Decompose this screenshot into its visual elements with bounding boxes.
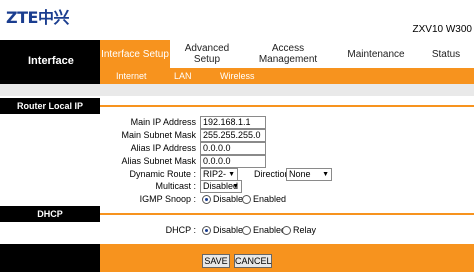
- tab-maintenance[interactable]: Maintenance: [336, 40, 416, 68]
- main-ip-label: Main IP Address: [130, 117, 196, 127]
- dynamic-route-label: Dynamic Route :: [129, 169, 196, 179]
- tab-status[interactable]: Status: [418, 40, 474, 68]
- save-button[interactable]: SAVE: [202, 254, 230, 268]
- sidebar-title: Interface: [28, 55, 74, 67]
- main-mask-label: Main Subnet Mask: [121, 130, 196, 140]
- radio-icon[interactable]: [242, 195, 251, 205]
- zte-logo: ZTE中兴: [6, 8, 69, 27]
- alias-mask-label: Alias Subnet Mask: [121, 156, 196, 166]
- tab-advanced-setup[interactable]: Advanced Setup: [172, 40, 242, 68]
- dhcp-enabled-option[interactable]: Enabled: [242, 225, 286, 236]
- sub-nav: Internet LAN Wireless: [100, 68, 474, 84]
- separator: [0, 84, 474, 96]
- dhcp-relay-option[interactable]: Relay: [282, 225, 316, 236]
- tab-access-management[interactable]: Access Management: [248, 40, 328, 68]
- chevron-down-icon: ▼: [322, 171, 329, 178]
- bottom-left-block: [0, 244, 100, 272]
- igmp-label: IGMP Snoop :: [139, 194, 196, 204]
- radio-icon[interactable]: [242, 226, 251, 236]
- chevron-down-icon: ▼: [228, 171, 235, 178]
- tab-interface-setup[interactable]: Interface Setup: [100, 40, 170, 68]
- alias-mask-input[interactable]: 0.0.0.0: [200, 155, 266, 168]
- dhcp-label: DHCP :: [165, 225, 196, 235]
- multicast-select[interactable]: Disabled ▼: [200, 180, 242, 193]
- subtab-lan[interactable]: LAN: [174, 71, 192, 81]
- top-bar: ZTE中兴 ZXV10 W300: [0, 0, 474, 40]
- section-divider: [100, 105, 474, 107]
- igmp-enabled-option[interactable]: Enabled: [242, 194, 286, 205]
- section-dhcp: DHCP: [0, 206, 100, 222]
- direction-select[interactable]: None ▼: [286, 168, 332, 181]
- cancel-button[interactable]: CANCEL: [234, 254, 272, 268]
- radio-selected-icon[interactable]: [202, 226, 211, 236]
- model-name: ZXV10 W300: [412, 24, 472, 35]
- chevron-down-icon: ▼: [232, 183, 239, 190]
- subtab-internet[interactable]: Internet: [116, 71, 147, 81]
- multicast-label: Multicast :: [155, 181, 196, 191]
- subtab-wireless[interactable]: Wireless: [220, 71, 255, 81]
- main-nav: Interface Setup Advanced Setup Access Ma…: [100, 40, 474, 68]
- section-router-local-ip: Router Local IP: [0, 98, 100, 114]
- alias-ip-input[interactable]: 0.0.0.0: [200, 142, 266, 155]
- alias-ip-label: Alias IP Address: [130, 143, 196, 153]
- main-mask-input[interactable]: 255.255.255.0: [200, 129, 266, 142]
- sidebar-header: Interface: [0, 40, 100, 84]
- main-ip-input[interactable]: 192.168.1.1: [200, 116, 266, 129]
- section-divider: [100, 213, 474, 215]
- radio-icon[interactable]: [282, 226, 291, 236]
- radio-selected-icon[interactable]: [202, 195, 211, 205]
